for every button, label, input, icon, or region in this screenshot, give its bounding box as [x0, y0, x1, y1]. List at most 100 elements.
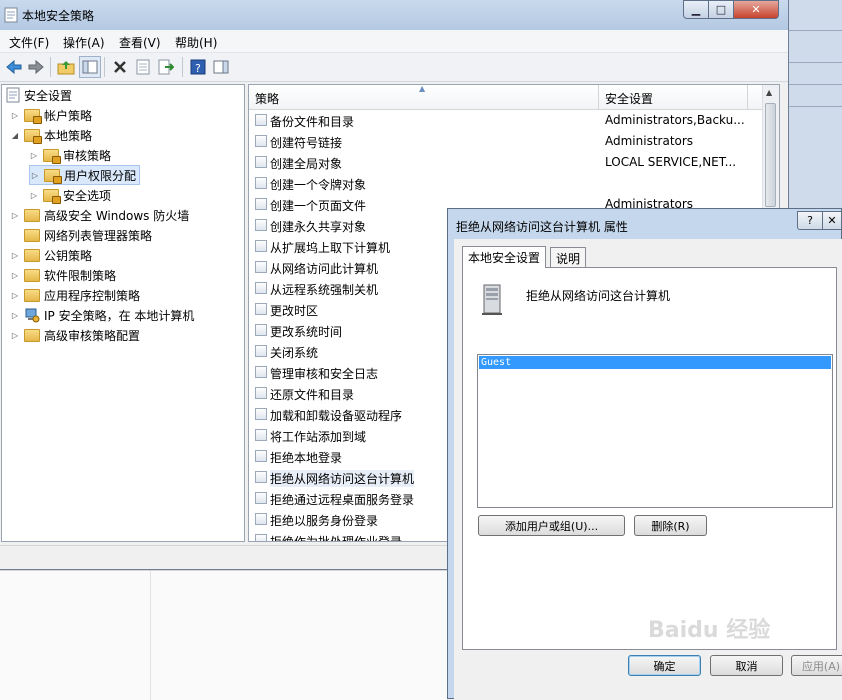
expand-icon[interactable]: ▷: [10, 110, 20, 120]
menu-file[interactable]: 文件(F): [9, 34, 49, 51]
dialog-close-button[interactable]: ✕: [822, 211, 842, 230]
list-item[interactable]: 创建符号链接 Administrators: [249, 131, 764, 152]
policy-icon: [255, 261, 267, 273]
policy-icon: [255, 366, 267, 378]
server-icon: [482, 284, 502, 315]
policy-name: 从远程系统强制关机: [270, 283, 379, 297]
expand-icon[interactable]: ▷: [29, 150, 39, 160]
policy-name: 拒绝从网络访问这台计算机: [270, 470, 415, 487]
dialog-title-bar[interactable]: 拒绝从网络访问这台计算机 属性 ? ✕: [448, 209, 842, 239]
ip-security-icon: [25, 308, 40, 323]
list-item[interactable]: 备份文件和目录 Administrators,Backu...: [249, 110, 764, 131]
tree-item-application-control[interactable]: ▷ 应用程序控制策略: [10, 285, 140, 305]
tree-item-advanced-audit[interactable]: ▷ 高级审核策略配置: [10, 325, 140, 345]
tree-item-local-policies[interactable]: ◢ 本地策略: [10, 125, 92, 145]
security-settings-icon: [6, 87, 20, 103]
list-item[interactable]: 创建全局对象 LOCAL SERVICE,NET...: [249, 152, 764, 173]
user-group-list[interactable]: Guest: [477, 354, 833, 508]
menu-bar: 文件(F) 操作(A) 查看(V) 帮助(H): [0, 30, 788, 53]
policy-setting: Administrators,Backu...: [605, 113, 745, 127]
expand-icon[interactable]: ▷: [10, 330, 20, 340]
title-bar[interactable]: 本地安全策略 ▁ □ ✕: [0, 0, 788, 30]
policy-name: 加载和卸载设备驱动程序: [270, 409, 403, 423]
menu-help[interactable]: 帮助(H): [175, 34, 217, 51]
scrollbar-thumb[interactable]: [765, 103, 776, 207]
close-button[interactable]: ✕: [733, 0, 779, 19]
expand-icon[interactable]: ▷: [10, 290, 20, 300]
policy-icon: [255, 471, 267, 483]
tree-item-security-options[interactable]: ▷ 安全选项: [29, 185, 111, 205]
export-list-icon[interactable]: [155, 56, 177, 78]
policy-setting: Administrators: [605, 134, 694, 148]
forward-icon[interactable]: [25, 56, 47, 78]
policy-name: 从网络访问此计算机: [270, 262, 379, 276]
policy-name: 将工作站添加到域: [270, 430, 367, 444]
expand-icon[interactable]: ▷: [10, 210, 20, 220]
policy-icon: [255, 177, 267, 189]
cancel-button[interactable]: 取消: [710, 655, 783, 676]
properties-icon[interactable]: [132, 56, 154, 78]
show-hide-tree-icon[interactable]: [79, 56, 101, 78]
window-title: 本地安全策略: [22, 9, 95, 23]
menu-view[interactable]: 查看(V): [119, 34, 161, 51]
folder-icon: [24, 208, 40, 222]
tab-local-security-setting[interactable]: 本地安全设置: [462, 246, 547, 268]
policy-name: 创建一个页面文件: [270, 199, 367, 213]
expand-icon[interactable]: ▷: [10, 250, 20, 260]
policy-name: 拒绝本地登录: [270, 451, 343, 465]
tree-item-windows-firewall[interactable]: ▷ 高级安全 Windows 防火墙: [10, 205, 189, 225]
tree-item-label: IP 安全策略，在 本地计算机: [44, 308, 195, 323]
background-window-edge: [789, 84, 842, 85]
up-folder-icon[interactable]: [55, 56, 77, 78]
menu-action[interactable]: 操作(A): [63, 34, 105, 51]
apply-button[interactable]: 应用(A): [791, 655, 842, 676]
tree-item-label: 帐户策略: [44, 108, 93, 123]
delete-icon[interactable]: [109, 56, 131, 78]
tree-item-public-key-policies[interactable]: ▷ 公钥策略: [10, 245, 92, 265]
ok-button[interactable]: 确定: [628, 655, 701, 676]
locked-folder-icon: [43, 188, 61, 204]
user-list-item[interactable]: Guest: [479, 356, 831, 369]
locked-folder-icon: [24, 128, 42, 144]
maximize-button[interactable]: □: [708, 0, 734, 19]
policy-icon: [255, 513, 267, 525]
tree-item-ip-security[interactable]: ▷ IP 安全策略，在 本地计算机: [10, 305, 194, 325]
minimize-button[interactable]: ▁: [683, 0, 709, 19]
action-pane-icon[interactable]: [210, 56, 232, 78]
remove-button[interactable]: 删除(R): [634, 515, 707, 536]
policy-icon: [255, 219, 267, 231]
column-header-security-setting[interactable]: 安全设置: [605, 90, 653, 107]
policy-icon: [255, 450, 267, 462]
tree-item-label: 应用程序控制策略: [44, 288, 141, 303]
policy-setting: LOCAL SERVICE,NET...: [605, 155, 737, 169]
dialog-help-button[interactable]: ?: [797, 211, 823, 230]
tree-item-network-list-manager[interactable]: 网络列表管理器策略: [10, 225, 152, 245]
expand-icon[interactable]: ▷: [29, 190, 39, 200]
collapse-icon[interactable]: ◢: [10, 130, 20, 140]
expand-icon[interactable]: ▷: [10, 270, 20, 280]
policy-icon: [255, 198, 267, 210]
tree-item-user-rights-assignment[interactable]: ▷ 用户权限分配: [29, 165, 141, 185]
background-window-edge: [789, 62, 842, 63]
folder-icon: [24, 328, 40, 342]
column-header-policy[interactable]: 策略: [255, 90, 279, 107]
expand-icon[interactable]: ▷: [30, 170, 40, 180]
folder-icon: [24, 228, 40, 242]
expand-icon[interactable]: ▷: [10, 310, 20, 320]
tree-item-software-restriction[interactable]: ▷ 软件限制策略: [10, 265, 116, 285]
tree-item-label: 高级安全 Windows 防火墙: [44, 208, 190, 223]
scroll-up-icon[interactable]: ▲: [766, 88, 772, 97]
folder-icon: [24, 268, 40, 282]
back-icon[interactable]: [3, 56, 25, 78]
tree-item-security-settings[interactable]: 安全设置: [6, 85, 72, 105]
tree-item-audit-policy[interactable]: ▷ 审核策略: [29, 145, 111, 165]
add-user-or-group-button[interactable]: 添加用户或组(U)...: [478, 515, 625, 536]
locked-folder-icon: [24, 108, 42, 124]
policy-name: 从扩展坞上取下计算机: [270, 241, 391, 255]
properties-dialog: 拒绝从网络访问这台计算机 属性 ? ✕ 本地安全设置 说明 拒绝从网络访问这台计…: [447, 208, 842, 699]
tab-explain[interactable]: 说明: [550, 247, 587, 267]
policy-name: 更改系统时间: [270, 325, 343, 339]
tree-item-account-policies[interactable]: ▷ 帐户策略: [10, 105, 92, 125]
list-item[interactable]: 创建一个令牌对象: [249, 173, 764, 194]
help-icon[interactable]: ?: [187, 56, 209, 78]
